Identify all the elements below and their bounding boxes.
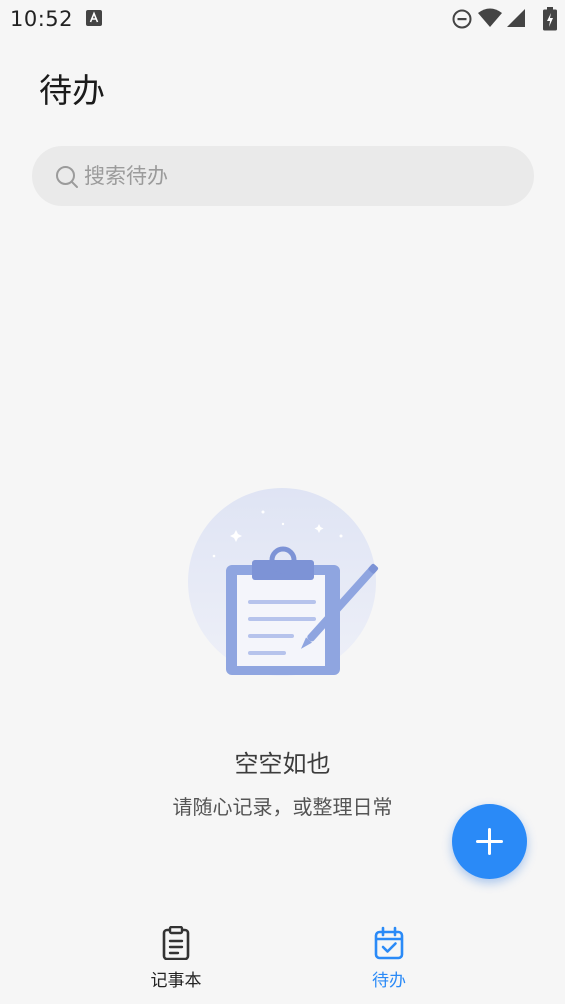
battery-charging-icon — [543, 7, 557, 31]
todo-calendar-icon — [374, 926, 404, 960]
do-not-disturb-icon — [452, 9, 472, 29]
status-bar: 10:52 — [0, 0, 565, 38]
empty-clipboard-illustration — [188, 488, 379, 676]
nav-label-todo: 待办 — [372, 971, 406, 991]
wifi-icon — [478, 8, 502, 27]
plus-icon — [476, 828, 503, 855]
search-input[interactable] — [84, 146, 504, 206]
search-icon — [56, 166, 78, 188]
font-notification-icon — [86, 10, 102, 26]
cell-signal-icon — [507, 9, 525, 27]
nav-item-notepad[interactable]: 记事本 — [116, 926, 236, 996]
add-todo-button[interactable] — [452, 804, 527, 879]
notepad-icon — [162, 926, 190, 960]
bottom-nav: 记事本 待办 — [0, 910, 565, 1004]
nav-item-todo[interactable]: 待办 — [329, 926, 449, 996]
empty-state-title: 空空如也 — [234, 750, 331, 778]
page-title: 待办 — [39, 71, 105, 110]
search-bar[interactable] — [32, 146, 534, 206]
status-time: 10:52 — [10, 7, 74, 31]
nav-label-notepad: 记事本 — [150, 971, 202, 991]
